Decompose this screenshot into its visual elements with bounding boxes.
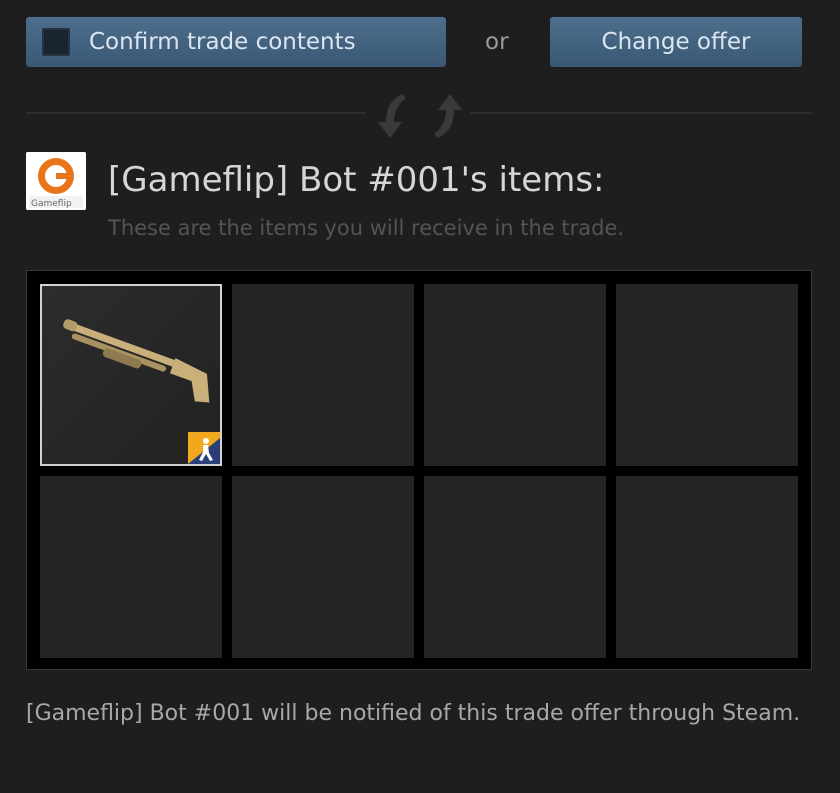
item-slot-5[interactable] (40, 476, 222, 658)
item-slot-1[interactable] (40, 284, 222, 466)
or-separator: or (485, 29, 509, 55)
divider-left (26, 112, 366, 114)
confirm-trade-button[interactable]: Confirm trade contents (26, 17, 446, 67)
gameflip-logo-icon: Gameflip (26, 152, 86, 210)
item-slot-2[interactable] (232, 284, 414, 466)
partner-items-subtitle: These are the items you will receive in … (108, 216, 625, 240)
counter-strike-icon (188, 432, 220, 464)
svg-text:Gameflip: Gameflip (31, 199, 72, 209)
partner-avatar: Gameflip (26, 152, 86, 210)
item-slot-7[interactable] (424, 476, 606, 658)
confirm-trade-label: Confirm trade contents (89, 29, 356, 55)
change-offer-button[interactable]: Change offer (550, 17, 802, 67)
trade-offer-panel: Confirm trade contents or Change offer G… (0, 0, 840, 793)
notification-notice: [Gameflip] Bot #001 will be notified of … (26, 701, 801, 726)
item-grid (26, 270, 812, 670)
divider-right (470, 112, 812, 114)
item-slot-3[interactable] (424, 284, 606, 466)
trade-arrows-icon (378, 94, 462, 138)
partner-items-title: [Gameflip] Bot #001's items: (108, 160, 605, 200)
item-slot-4[interactable] (616, 284, 798, 466)
item-slot-8[interactable] (616, 476, 798, 658)
confirm-checkbox[interactable] (42, 28, 70, 56)
item-slot-6[interactable] (232, 476, 414, 658)
